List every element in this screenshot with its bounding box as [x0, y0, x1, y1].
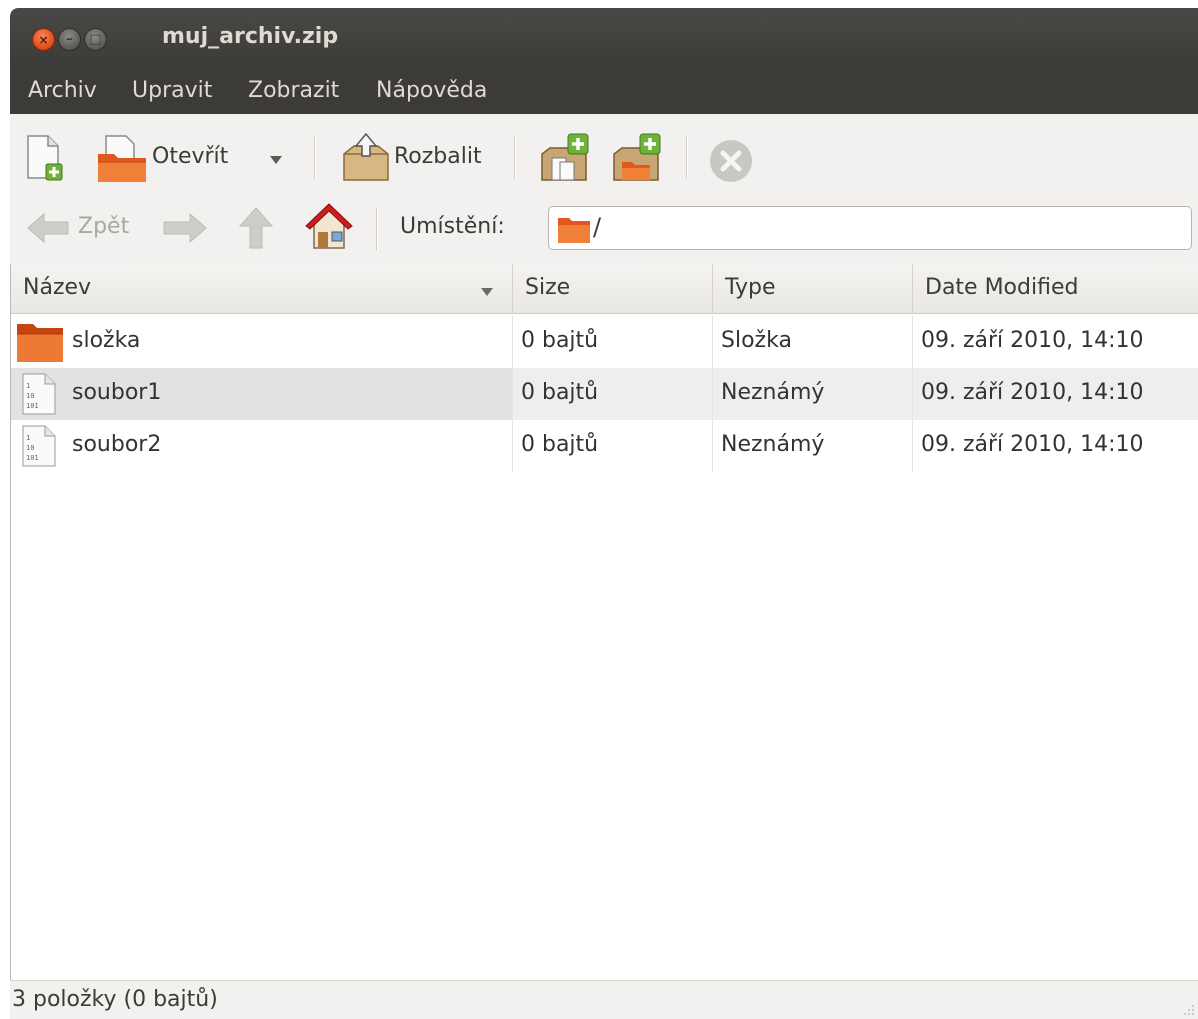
extract-icon [343, 132, 389, 181]
folder-icon [558, 218, 590, 243]
back-label: Zpět [78, 214, 130, 239]
cell-date: 09. září 2010, 14:10 [921, 328, 1144, 353]
svg-text:10: 10 [26, 392, 34, 400]
close-icon: × [38, 32, 49, 47]
table-row[interactable]: složka 0 bajtů Složka 09. září 2010, 14:… [11, 316, 1198, 368]
table-row[interactable]: 1 10 101 soubor1 0 bajtů Neznámý 09. zář… [11, 368, 1198, 420]
svg-text:101: 101 [26, 454, 39, 462]
window-title: muj_archiv.zip [162, 24, 339, 49]
cell-date: 09. září 2010, 14:10 [921, 380, 1144, 405]
new-archive-button[interactable] [24, 134, 64, 182]
title-bar[interactable]: × – □ muj_archiv.zip [10, 8, 1198, 70]
cell-size: 0 bajtů [513, 420, 713, 472]
file-list: Název Size Type Date Modified složka 0 b… [10, 264, 1198, 980]
cell-type: Složka [713, 316, 913, 368]
binary-file-icon: 1 10 101 [22, 373, 56, 415]
status-text: 3 položky (0 bajtů) [12, 987, 218, 1012]
close-window-button[interactable]: × [32, 28, 55, 51]
column-header-name[interactable]: Název [11, 264, 513, 314]
menu-zobrazit[interactable]: Zobrazit [248, 78, 339, 103]
stop-button[interactable] [708, 138, 754, 184]
location-value: / [593, 213, 602, 241]
home-icon [305, 203, 353, 249]
sort-descending-icon [481, 288, 493, 296]
column-header-size[interactable]: Size [513, 264, 713, 314]
cell-size: 0 bajtů [513, 316, 713, 368]
svg-text:1: 1 [26, 382, 30, 390]
location-input[interactable]: / [548, 206, 1192, 250]
add-files-button[interactable] [538, 132, 590, 184]
chevron-down-icon [270, 156, 282, 164]
add-files-icon [541, 133, 589, 181]
main-toolbar: Otevřít Rozbalit [10, 114, 1198, 194]
column-header-type[interactable]: Type [713, 264, 913, 314]
cell-name: 1 10 101 soubor2 [11, 420, 513, 472]
extract-label: Rozbalit [394, 144, 482, 169]
add-folder-button[interactable] [610, 132, 662, 184]
back-button[interactable]: Zpět [24, 206, 144, 250]
open-archive-icon [98, 135, 146, 182]
arrow-left-icon [27, 212, 69, 244]
svg-text:1: 1 [26, 434, 30, 442]
minimize-icon: – [66, 32, 73, 47]
table-row[interactable]: 1 10 101 soubor2 0 bajtů Neznámý 09. zář… [11, 420, 1198, 472]
cell-type: Neznámý [713, 368, 913, 420]
cell-date: 09. září 2010, 14:10 [921, 432, 1144, 457]
cell-size: 0 bajtů [513, 368, 713, 420]
toolbar-separator [514, 136, 516, 178]
column-header-date[interactable]: Date Modified [913, 264, 1198, 314]
location-toolbar: Zpět Umístění: / [10, 194, 1198, 264]
cell-name: složka [11, 316, 513, 368]
toolbar-separator [376, 208, 378, 250]
list-header: Název Size Type Date Modified [11, 264, 1198, 314]
arrow-up-icon [238, 207, 274, 249]
svg-text:101: 101 [26, 402, 39, 410]
forward-button[interactable] [160, 206, 210, 250]
open-label: Otevřít [152, 144, 229, 169]
resize-grip-icon[interactable] [1182, 1003, 1196, 1017]
minimize-window-button[interactable]: – [58, 28, 81, 51]
new-archive-icon [27, 135, 63, 181]
arrow-right-icon [163, 212, 207, 244]
folder-icon [17, 324, 63, 362]
home-button[interactable] [304, 202, 354, 252]
binary-file-icon: 1 10 101 [22, 425, 56, 467]
menu-upravit[interactable]: Upravit [132, 78, 212, 103]
menu-archiv[interactable]: Archiv [28, 78, 97, 103]
menu-napoveda[interactable]: Nápověda [376, 78, 487, 103]
toolbar-separator [686, 136, 688, 178]
cell-type: Neznámý [713, 420, 913, 472]
cell-name: 1 10 101 soubor1 [11, 368, 513, 420]
open-button[interactable]: Otevřít [96, 132, 266, 184]
archive-manager-window: × – □ muj_archiv.zip Archiv Upravit Zobr… [10, 8, 1198, 1019]
up-button[interactable] [234, 204, 278, 252]
location-label: Umístění: [400, 214, 505, 239]
status-bar: 3 položky (0 bajtů) [10, 980, 1198, 1019]
stop-icon [710, 140, 752, 182]
extract-button[interactable]: Rozbalit [340, 132, 500, 184]
maximize-icon: □ [89, 32, 102, 47]
maximize-window-button[interactable]: □ [84, 28, 107, 51]
svg-text:10: 10 [26, 444, 34, 452]
toolbar-separator [314, 136, 316, 178]
add-folder-icon [613, 133, 661, 181]
menu-bar: Archiv Upravit Zobrazit Nápověda [10, 70, 1198, 114]
open-dropdown-button[interactable] [266, 152, 286, 168]
